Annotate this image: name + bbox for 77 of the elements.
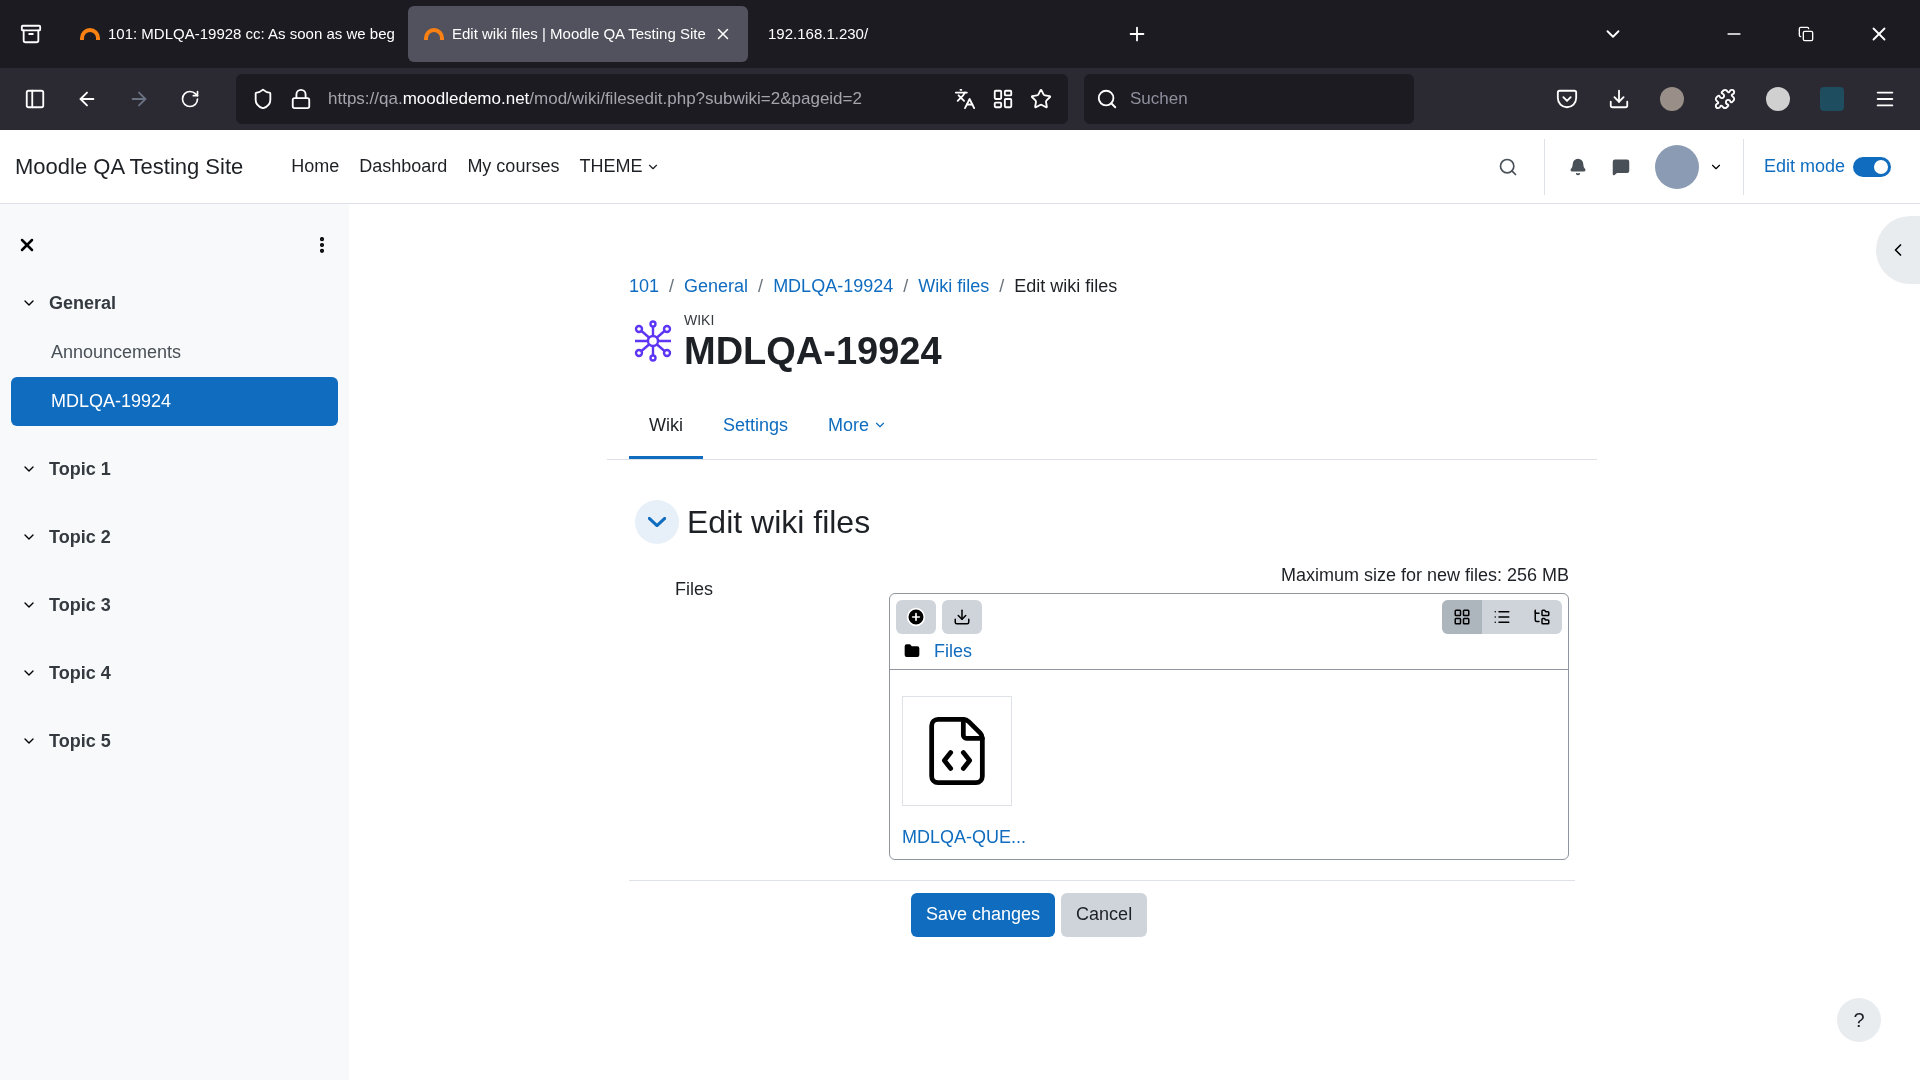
restore-icon[interactable]	[1798, 26, 1814, 42]
sidebar-icon[interactable]	[24, 88, 46, 110]
file-name-link[interactable]: MDLQA-QUE...	[902, 823, 1026, 851]
browser-tab[interactable]: Edit wiki files | Moodle QA Testing Site	[408, 6, 748, 62]
nav-tab[interactable]: Settings	[703, 394, 809, 459]
folder-path-link[interactable]: Files	[934, 637, 972, 665]
section-title[interactable]: Topic 2	[49, 523, 111, 551]
section-heading: Edit wiki files	[687, 502, 871, 542]
activity-type: WIKI	[684, 311, 716, 330]
download-icon	[953, 607, 971, 626]
download-button[interactable]	[942, 599, 982, 634]
breadcrumb-item: Edit wiki files	[1014, 275, 1118, 298]
shield-icon	[252, 88, 274, 110]
plus-circle-icon	[906, 606, 926, 627]
search-field[interactable]: Suchen	[1084, 74, 1414, 124]
tree-view-icon	[1533, 607, 1551, 626]
breadcrumb-separator: /	[758, 275, 764, 298]
search-input[interactable]: Suchen	[1130, 86, 1351, 112]
save-button[interactable]: Save changes	[911, 892, 1056, 937]
browser-tab[interactable]: 101: MDLQA-19928 cc: As soon as we beg	[64, 6, 404, 62]
lock-icon	[290, 88, 312, 110]
max-size-note: Maximum size for new files: 256 MB	[1280, 563, 1569, 587]
section-title[interactable]: Topic 5	[49, 727, 111, 755]
translate-icon[interactable]	[954, 88, 976, 110]
browser-tab[interactable]: 192.168.1.230/	[752, 6, 1092, 62]
nav-link[interactable]: My courses	[467, 153, 560, 180]
extension-icon[interactable]	[1766, 87, 1790, 111]
url-bar[interactable]: https://qa.moodledemo.net/mod/wiki/filesedit.php?subwiki=2&pageid=2	[236, 74, 1068, 124]
grid-view-icon	[1453, 607, 1471, 626]
field-label: Files	[674, 577, 714, 601]
search-icon	[1096, 88, 1118, 110]
drawer-toggle-button[interactable]	[1876, 216, 1920, 284]
section-title[interactable]: Topic 3	[49, 591, 111, 619]
breadcrumb-item[interactable]: General	[684, 273, 749, 300]
tab-title: 192.168.1.230/	[768, 23, 870, 44]
chevron-down-icon	[648, 516, 666, 527]
reload-icon[interactable]	[180, 89, 200, 109]
folder-icon	[904, 643, 920, 660]
breadcrumb-separator: /	[999, 275, 1005, 298]
search-icon[interactable]	[1497, 156, 1518, 177]
nav-tab[interactable]: More	[808, 394, 908, 459]
file-thumbnail[interactable]	[902, 695, 1012, 806]
sidebar-item[interactable]: Announcements	[11, 328, 338, 377]
nav-tab[interactable]: Wiki	[629, 394, 703, 459]
download-icon[interactable]	[1608, 88, 1630, 110]
tab-title: Edit wiki files | Moodle QA Testing Site	[452, 23, 706, 44]
collapse-toggle[interactable]	[635, 499, 679, 544]
edit-mode-label: Edit mode	[1763, 155, 1845, 178]
breadcrumb-separator: /	[669, 275, 675, 298]
breadcrumb-separator: /	[903, 275, 909, 298]
message-icon[interactable]	[1611, 157, 1630, 176]
url-text: https://qa.moodledemo.net/mod/wiki/filesedit.php?subwiki=2&pageid=2	[328, 88, 863, 111]
wiki-network-icon	[632, 320, 674, 363]
breadcrumb-item[interactable]: MDLQA-19924	[773, 273, 894, 300]
sidebar-item[interactable]: MDLQA-19924	[11, 377, 338, 426]
nav-link[interactable]: Dashboard	[359, 153, 448, 180]
nav-link[interactable]: Home	[291, 153, 340, 180]
cancel-button[interactable]: Cancel	[1061, 892, 1148, 937]
breadcrumb-item[interactable]: 101	[629, 273, 660, 300]
page-title: MDLQA-19924	[684, 331, 942, 373]
section-title[interactable]: General	[49, 289, 117, 317]
grid-icon[interactable]	[992, 88, 1014, 110]
section-title[interactable]: Topic 4	[49, 659, 111, 687]
avatar-placeholder[interactable]	[1660, 87, 1684, 111]
edit-mode-switch[interactable]	[1853, 156, 1891, 177]
help-button[interactable]: ?	[1837, 998, 1881, 1042]
bell-icon[interactable]	[1568, 157, 1587, 176]
tab-title: 101: MDLQA-19928 cc: As soon as we beg	[108, 23, 395, 44]
view-button[interactable]	[1442, 599, 1482, 634]
add-file-button[interactable]	[896, 599, 936, 634]
nav-link[interactable]: THEME	[579, 153, 661, 180]
pocket-icon[interactable]	[1556, 88, 1578, 110]
star-icon[interactable]	[1030, 88, 1052, 110]
breadcrumb-item[interactable]: Wiki files	[918, 273, 990, 300]
extensions-icon[interactable]	[1714, 88, 1736, 110]
section-title[interactable]: Topic 1	[49, 455, 111, 483]
site-name[interactable]: Moodle QA Testing Site	[15, 150, 244, 183]
